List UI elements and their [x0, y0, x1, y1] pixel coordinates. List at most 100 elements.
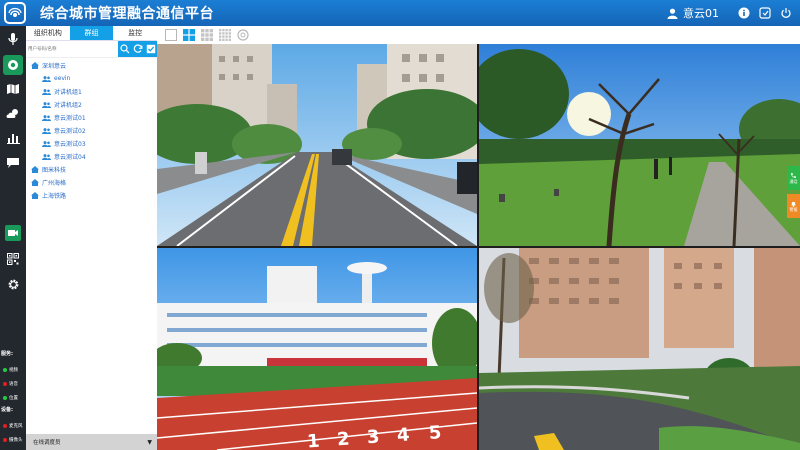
- qr-code-icon[interactable]: [5, 251, 21, 267]
- service-legend-label: 视频: [9, 368, 18, 373]
- refresh-icon[interactable]: [131, 43, 144, 56]
- search-actions: [118, 41, 157, 57]
- map-icon[interactable]: [5, 81, 21, 97]
- call-float-button[interactable]: 通话: [787, 166, 800, 190]
- svg-text:1: 1: [306, 431, 320, 450]
- device-legend-title: 设备:: [1, 407, 13, 413]
- tree-item-group[interactable]: 意云测试02: [26, 124, 157, 137]
- group-icon: [42, 127, 54, 134]
- video-call-icon[interactable]: [5, 225, 21, 241]
- status-dot-icon: [3, 368, 7, 372]
- tree-item-org[interactable]: 广州海格: [26, 176, 157, 189]
- app-title: 综合城市管理融合通信平台: [40, 6, 214, 22]
- group-icon: [42, 153, 54, 160]
- video-cell-park[interactable]: 通话 警报: [479, 44, 800, 246]
- svg-text:4: 4: [396, 424, 410, 446]
- user-menu[interactable]: 意云01: [667, 5, 719, 21]
- tree-item-group[interactable]: eevin: [26, 72, 157, 85]
- tree-item-label: 图米科技: [42, 167, 67, 174]
- tree-item-group[interactable]: 意云测试04: [26, 150, 157, 163]
- service-legend-row: 位置: [1, 391, 26, 405]
- group-icon: [42, 75, 54, 82]
- panel-tabs: 组织机构 群组 监控: [26, 26, 157, 41]
- svg-text:3: 3: [366, 426, 380, 448]
- search-icon[interactable]: [118, 43, 131, 56]
- tree-item-group[interactable]: 对讲机组2: [26, 98, 157, 111]
- microphone-icon[interactable]: [5, 31, 21, 47]
- service-legend-label: 位置: [9, 396, 18, 401]
- service-legend-title: 服务:: [1, 351, 13, 357]
- video-cell-school[interactable]: 12345: [157, 248, 477, 450]
- tree-item-label: 意云测试03: [54, 141, 86, 148]
- org-panel: 组织机构 群组 监控 深圳意云 eevin 对讲机组1 对讲机组2 意云测试01 意云测试…: [26, 26, 157, 450]
- online-dispatcher-bar[interactable]: 在线调度员 ▼: [26, 434, 157, 450]
- tree-item-label: 广州海格: [42, 180, 67, 187]
- tab-monitor[interactable]: 监控: [113, 26, 157, 40]
- tree-item-group[interactable]: 意云测试03: [26, 137, 157, 150]
- chart-icon[interactable]: [5, 130, 21, 146]
- tree-item-label: 对讲机组2: [54, 102, 82, 109]
- user-name: 意云01: [683, 7, 719, 20]
- device-legend-row: 摄像头: [1, 433, 26, 447]
- tab-organization[interactable]: 组织机构: [26, 26, 70, 40]
- tree-item-group[interactable]: 对讲机组1: [26, 85, 157, 98]
- video-cell-street[interactable]: [157, 44, 477, 246]
- device-legend-row: 麦克风: [1, 419, 26, 433]
- left-nav: 服务: 视频语音位置 设备: 麦克风摄像头: [0, 26, 26, 450]
- status-dot-icon: [3, 438, 7, 442]
- fullscreen-icon[interactable]: [758, 7, 771, 20]
- bell-icon: [791, 201, 796, 207]
- tree-item-org[interactable]: 上海铁路: [26, 189, 157, 202]
- layout-toolbar: [157, 26, 800, 44]
- search-row: [26, 40, 157, 58]
- home-icon: [31, 192, 42, 199]
- service-legend: 服务: 视频语音位置: [1, 350, 26, 405]
- tree-item-label: 上海铁路: [42, 193, 67, 200]
- video-grid: 通话 警报 1 2 3 4 5: [157, 44, 800, 450]
- group-tree: 深圳意云 eevin 对讲机组1 对讲机组2 意云测试01 意云测试02 意云测试03 意云测…: [26, 58, 157, 202]
- loop-icon[interactable]: [237, 29, 249, 41]
- device-legend: 设备: 麦克风摄像头: [1, 406, 26, 447]
- layout-1x1-icon[interactable]: [165, 29, 177, 41]
- group-icon: [42, 101, 54, 108]
- select-all-checkbox-icon[interactable]: [144, 43, 157, 56]
- eye-icon[interactable]: [3, 55, 23, 75]
- home-icon: [31, 62, 42, 69]
- service-legend-row: 语音: [1, 377, 26, 391]
- tab-group[interactable]: 群组: [69, 26, 114, 40]
- layout-2x2-icon[interactable]: [183, 29, 195, 41]
- search-input[interactable]: [26, 40, 118, 58]
- tree-item-label: 意云测试01: [54, 115, 86, 122]
- tree-item-org[interactable]: 图米科技: [26, 163, 157, 176]
- top-bar: 综合城市管理融合通信平台 意云01: [0, 0, 800, 26]
- layout-3x3-icon[interactable]: [201, 29, 213, 41]
- gear-icon[interactable]: [5, 276, 21, 292]
- tree-item-label: 深圳意云: [42, 63, 67, 70]
- app-root: 综合城市管理融合通信平台 意云01 服务: 视频 语音 位置 设备: 麦克风 摄…: [0, 0, 800, 450]
- svg-text:2: 2: [336, 429, 350, 450]
- call-float-label: 通话: [789, 178, 798, 184]
- group-icon: [42, 88, 54, 95]
- layout-4x4-icon[interactable]: [219, 29, 231, 41]
- tree-item-label: 意云测试04: [54, 154, 86, 161]
- info-icon[interactable]: [737, 7, 750, 20]
- device-legend-label: 麦克风: [9, 424, 23, 429]
- tree-item-label: eevin: [54, 75, 71, 82]
- chat-icon[interactable]: [5, 155, 21, 171]
- svg-text:5: 5: [428, 422, 442, 444]
- user-icon: [667, 8, 678, 19]
- tree-item-label: 对讲机组1: [54, 89, 82, 96]
- alarm-float-button[interactable]: 警报: [787, 194, 800, 218]
- alarm-float-label: 警报: [789, 206, 798, 212]
- tree-item-root[interactable]: 深圳意云: [26, 59, 157, 72]
- tree-item-group[interactable]: 意云测试01: [26, 111, 157, 124]
- weather-icon[interactable]: [5, 106, 21, 122]
- service-legend-row: 视频: [1, 363, 26, 377]
- power-icon[interactable]: [779, 7, 792, 20]
- home-icon: [31, 179, 42, 186]
- service-legend-label: 语音: [9, 382, 18, 387]
- app-logo-icon: [4, 2, 26, 24]
- online-dispatcher-label: 在线调度员: [33, 440, 61, 446]
- phone-icon: [791, 172, 796, 178]
- video-cell-residential[interactable]: [479, 248, 800, 450]
